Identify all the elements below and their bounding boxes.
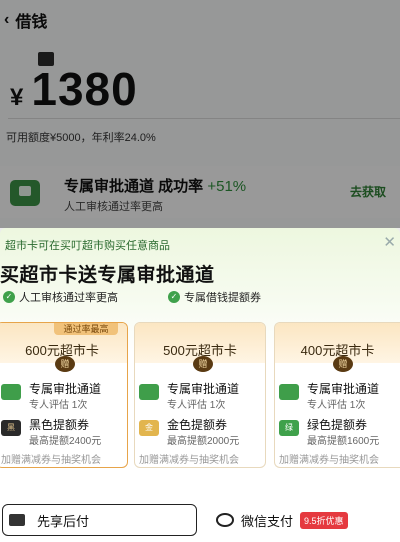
card-option-500[interactable]: 500元超市卡 赠 专属审批通道 专人评估 1次 金 金色提额券 最高提额200… (134, 322, 266, 468)
row-title: 专属审批通道 (167, 382, 240, 396)
wechat-pay-label: 微信支付 (241, 513, 294, 529)
benefit-label: 人工审核通过率更高 (19, 292, 118, 304)
card-options: 600元超市卡 通过率最高 赠 专属审批通道 专人评估 1次 黑 黑色提额券 最… (0, 322, 400, 468)
row-title: 专属审批通道 (29, 382, 102, 396)
row-title: 绿色提额券 (307, 418, 368, 432)
coupon-icon: 黑 (1, 420, 21, 436)
card-benefit-row: 金 金色提额券 最高提额2000元 (135, 413, 265, 447)
discount-badge: 9.5折优惠 (300, 511, 348, 529)
row-subtitle: 专人评估 1次 (307, 400, 366, 411)
card-benefit-row: 专属审批通道 专人评估 1次 (275, 377, 400, 411)
row-subtitle: 最高提额1600元 (307, 436, 380, 447)
row-subtitle: 最高提额2000元 (167, 436, 240, 447)
purchase-sheet: 超市卡可在买叮超市购买任意商品 ✕ 买超市卡送专属审批通道 ✓ 人工审核通过率更… (0, 228, 400, 542)
card-footer: 加赠满减券与抽奖机会 (1, 455, 101, 466)
benefit-item: ✓ 人工审核通过率更高 (3, 289, 118, 305)
coupon-icon: 绿 (279, 420, 299, 436)
best-rate-badge: 通过率最高 (54, 323, 118, 335)
pay-later-label: 先享后付 (37, 513, 90, 529)
close-icon[interactable]: ✕ (383, 233, 396, 251)
gift-icon: 赠 (193, 356, 213, 372)
card-benefit-row: 专属审批通道 专人评估 1次 (135, 377, 265, 411)
benefit-label: 专属借钱提额券 (184, 292, 261, 304)
row-subtitle: 最高提额2400元 (29, 436, 102, 447)
approval-icon (279, 384, 299, 400)
row-subtitle: 专人评估 1次 (167, 400, 226, 411)
payment-bar: 先享后付 微信支付 9.5折优惠 (0, 500, 400, 542)
approval-icon (1, 384, 21, 400)
card-option-400[interactable]: 400元超市卡 赠 专属审批通道 专人评估 1次 绿 绿色提额券 最高提额160… (274, 322, 400, 468)
coupon-icon: 金 (139, 420, 159, 436)
row-subtitle: 专人评估 1次 (29, 400, 88, 411)
sheet-title: 买超市卡送专属审批通道 (0, 265, 215, 286)
card-benefit-row: 绿 绿色提额券 最高提额1600元 (275, 413, 400, 447)
check-icon: ✓ (168, 291, 180, 303)
modal-overlay[interactable] (0, 0, 400, 228)
row-title: 金色提额券 (167, 418, 228, 432)
pay-later-button[interactable]: 先享后付 (2, 504, 197, 536)
wechat-pay-option[interactable]: 微信支付 9.5折优惠 (216, 505, 400, 535)
check-icon: ✓ (3, 291, 15, 303)
gift-icon: 赠 (333, 356, 353, 372)
wechat-icon (216, 513, 234, 527)
benefit-item: ✓ 专属借钱提额券 (168, 289, 261, 305)
row-title: 专属审批通道 (307, 382, 380, 396)
approval-icon (139, 384, 159, 400)
row-title: 黑色提额券 (29, 418, 90, 432)
card-option-600[interactable]: 600元超市卡 通过率最高 赠 专属审批通道 专人评估 1次 黑 黑色提额券 最… (0, 322, 128, 468)
wallet-icon (9, 514, 25, 526)
gift-icon: 赠 (55, 356, 75, 372)
promo-text: 超市卡可在买叮超市购买任意商品 (5, 240, 170, 252)
card-benefit-row: 专属审批通道 专人评估 1次 (0, 377, 127, 411)
card-footer: 加赠满减券与抽奖机会 (279, 455, 379, 466)
card-benefit-row: 黑 黑色提额券 最高提额2400元 (0, 413, 127, 447)
card-footer: 加赠满减券与抽奖机会 (139, 455, 239, 466)
